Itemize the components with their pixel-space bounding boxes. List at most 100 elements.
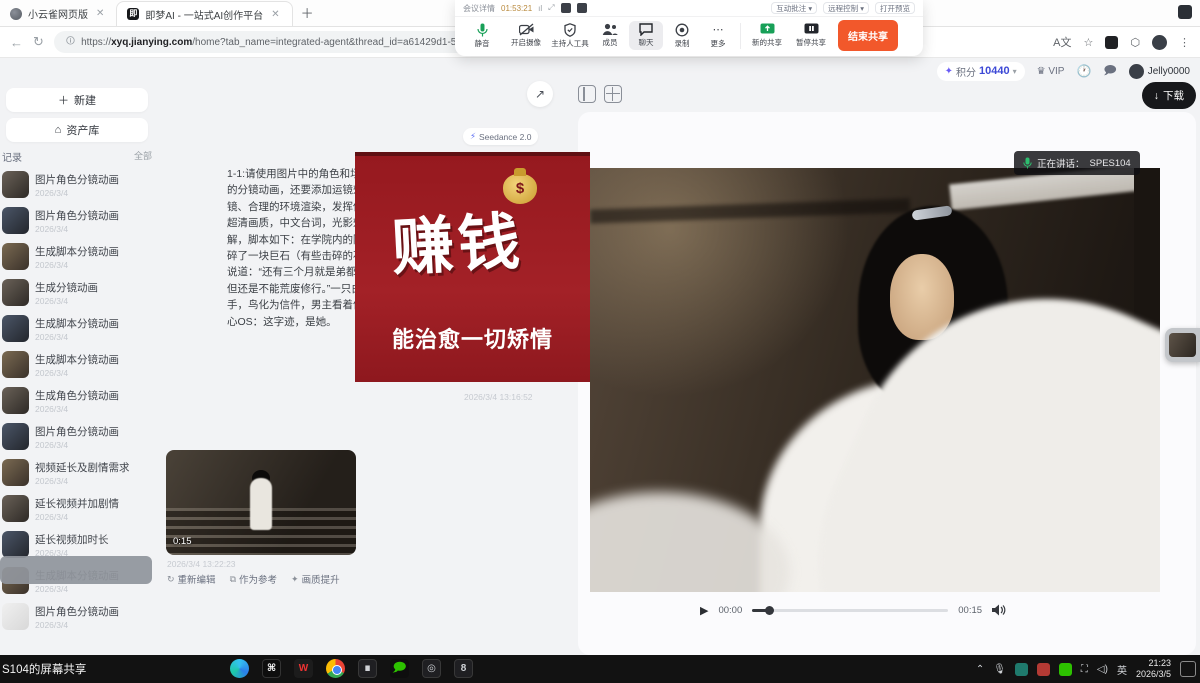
notification-center-icon[interactable] (1180, 661, 1196, 677)
chat-button[interactable]: 聊天 (629, 21, 663, 50)
tab-xiaoyunque[interactable]: 小云雀网页版 ✕ (0, 1, 116, 26)
grid-view-icon[interactable] (604, 85, 622, 103)
back-icon[interactable]: ← (10, 35, 23, 50)
translate-icon[interactable]: A文 (1053, 34, 1071, 50)
more-button[interactable]: ⋯ 更多 (701, 21, 735, 51)
upscale-button[interactable]: ✦画质提升 (291, 572, 340, 586)
generated-video-thumbnail[interactable] (166, 450, 356, 555)
chrome-icon[interactable] (326, 659, 345, 678)
open-preview-button[interactable]: 打开预览 (875, 2, 915, 14)
meeting-toolbar: 会议详情 01:53:21 ıl ⤢ 互动批注 ▾ 远程控制 ▾ 打开预览 静音… (455, 0, 923, 56)
list-item[interactable]: 图片角色分镜动画2026/3/4 (0, 204, 158, 237)
use-as-reference-button[interactable]: ⧉作为参考 (230, 572, 277, 586)
tray-app-icon[interactable] (1015, 663, 1028, 676)
speaker-name: SPES104 (1090, 158, 1131, 169)
wechat-icon[interactable]: 🗩 (390, 659, 409, 678)
new-tab-button[interactable]: ＋ (301, 3, 314, 22)
new-share-button[interactable]: 新的共享 (746, 21, 788, 50)
vip-badge[interactable]: ♛ VIP (1037, 66, 1065, 77)
play-button[interactable]: ▶ (700, 604, 708, 617)
hover-tooltip-overlay (0, 556, 152, 584)
share-button[interactable]: ↗ (527, 81, 553, 107)
wps-icon[interactable]: W (294, 659, 313, 678)
taskbar-clock[interactable]: 21:23 2026/3/5 (1136, 658, 1171, 680)
volume-icon[interactable] (992, 604, 1006, 616)
speaking-indicator[interactable]: 正在讲话：SPES104 (1014, 151, 1140, 175)
tab1-close-icon[interactable]: ✕ (94, 8, 106, 19)
site-info-icon[interactable]: 🛈 (66, 34, 75, 50)
reference-image[interactable]: $ 赚钱 能治愈一切矫情 (355, 152, 590, 382)
tray-network-icon[interactable]: ⛶ (1081, 664, 1088, 675)
bookmark-star-icon[interactable]: ☆ (1084, 36, 1094, 49)
mute-button[interactable]: 静音 (461, 21, 503, 51)
reedit-button[interactable]: ↻重新编辑 (167, 572, 216, 586)
list-item[interactable]: 图片角色分镜动画2026/3/4 (0, 600, 158, 633)
members-button[interactable]: 成员 (593, 21, 627, 50)
tray-volume-icon[interactable]: ◁) (1097, 664, 1108, 675)
tray-wechat-icon[interactable] (1059, 663, 1072, 676)
list-item[interactable]: 图片角色分镜动画2026/3/4 (0, 420, 158, 453)
screen-share-indicator: S104的屏幕共享 (2, 661, 86, 677)
image-timestamp: 2026/3/4 13:16:52 (464, 392, 533, 402)
progress-knob[interactable] (765, 606, 774, 615)
item-thumbnail (2, 387, 29, 414)
video-player-frame[interactable] (590, 168, 1160, 592)
feedback-chat-icon[interactable]: 🗩 (1103, 61, 1116, 82)
floating-camera-thumbnail[interactable] (1165, 328, 1200, 362)
camera-button[interactable]: 开启摄像 (505, 21, 547, 50)
list-item[interactable]: 生成角色分镜动画2026/3/4 (0, 384, 158, 417)
reference-icon: ⧉ (230, 574, 236, 585)
record-icon (675, 23, 689, 37)
app-icon[interactable]: ◎ (422, 659, 441, 678)
reload-icon[interactable]: ↻ (33, 34, 44, 50)
app-header: ✦ 积分 10440 ▾ ♛ VIP 🕐 🗩 Jelly0000 (0, 58, 1200, 84)
cloud-icon: ⌂ (55, 124, 62, 136)
item-thumbnail (2, 315, 29, 342)
user-account[interactable]: Jelly0000 (1129, 64, 1190, 79)
extension-icon[interactable] (1105, 36, 1118, 49)
meeting-detail-label[interactable]: 会议详情 (463, 3, 495, 14)
list-item[interactable]: 生成脚本分镜动画2026/3/4 (0, 240, 158, 273)
record-button[interactable]: 录制 (665, 21, 699, 51)
new-project-button[interactable]: ＋新建 (6, 88, 148, 112)
app-icon[interactable]: ∎ (358, 659, 377, 678)
host-tools-button[interactable]: 主持人工具 (549, 21, 591, 51)
remote-control-button[interactable]: 远程控制 ▾ (823, 2, 869, 14)
list-item[interactable]: 生成脚本分镜动画2026/3/4 (0, 312, 158, 345)
history-all-link[interactable]: 全部 (134, 149, 152, 164)
tray-ime-icon[interactable]: 英 (1117, 662, 1127, 677)
list-item[interactable]: 生成脚本分镜动画2026/3/4 (0, 348, 158, 381)
pause-share-button[interactable]: 暂停共享 (790, 21, 832, 50)
list-item[interactable]: 延长视频并加剧情2026/3/4 (0, 492, 158, 525)
extensions-puzzle-icon[interactable]: ⬡ (1130, 36, 1140, 49)
popout-icon[interactable]: ⤢ (548, 3, 554, 13)
end-share-button[interactable]: 结束共享 (838, 20, 898, 51)
window-pin-icon[interactable] (1178, 5, 1192, 19)
more-dots-icon: ⋯ (713, 23, 724, 37)
history-header: 记录 全部 (2, 149, 152, 164)
list-item[interactable]: 生成分镜动画2026/3/4 (0, 276, 158, 309)
tab2-close-icon[interactable]: ✕ (269, 9, 281, 20)
annotate-button[interactable]: 互动批注 ▾ (771, 2, 817, 14)
mic-icon (1023, 157, 1032, 169)
image-title-text: 赚钱 (355, 189, 562, 290)
layout-toggle-icon[interactable] (578, 85, 596, 103)
tray-expand-icon[interactable]: ⌃ (976, 664, 984, 675)
asset-library-button[interactable]: ⌂资产库 (6, 118, 148, 142)
app-icon[interactable]: 8 (454, 659, 473, 678)
list-item[interactable]: 图片角色分镜动画2026/3/4 (0, 168, 158, 201)
browser-menu-icon[interactable]: ⋮ (1179, 36, 1190, 49)
tab-jimeng-ai[interactable]: 即 即梦AI - 一站式AI创作平台 ✕ (116, 1, 292, 26)
credits-chip[interactable]: ✦ 积分 10440 ▾ (937, 62, 1025, 81)
tray-mic-icon[interactable]: 🎙 (993, 664, 1006, 675)
tab1-title: 小云雀网页版 (28, 6, 88, 21)
progress-bar[interactable] (752, 609, 948, 612)
history-clock-icon[interactable]: 🕐 (1076, 64, 1091, 78)
edge-icon[interactable] (230, 659, 249, 678)
download-button[interactable]: ↓ 下载 (1142, 82, 1196, 109)
capcut-icon[interactable]: ⌘ (262, 659, 281, 678)
participant-avatar (577, 3, 587, 13)
list-item[interactable]: 视频延长及剧情需求2026/3/4 (0, 456, 158, 489)
browser-profile-avatar[interactable] (1152, 35, 1167, 50)
tray-app-icon[interactable] (1037, 663, 1050, 676)
